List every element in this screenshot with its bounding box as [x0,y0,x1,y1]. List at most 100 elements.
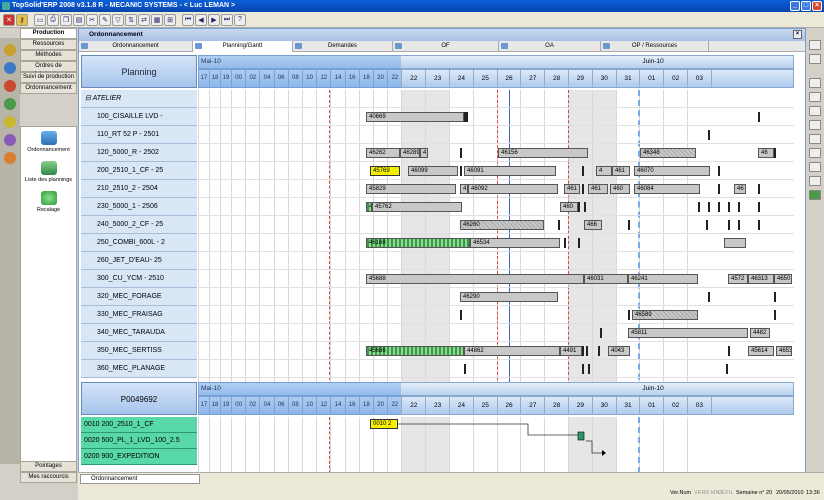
first-record-icon[interactable]: ⏮ [182,13,194,26]
zoom-in-icon[interactable] [809,40,821,50]
timeline-day[interactable]: 29 [569,70,593,87]
sales-module-icon[interactable] [4,116,16,128]
operation-tick[interactable] [758,112,760,122]
resources-module-icon[interactable] [4,62,16,74]
operation-bar[interactable] [724,238,746,248]
timeline-day[interactable]: 24 [450,397,474,414]
collapse-icon[interactable] [809,120,821,130]
copy-icon[interactable]: ❐ [60,13,72,26]
operation-tick[interactable] [582,346,584,356]
zoom-out-icon[interactable] [809,54,821,64]
operation-tick[interactable] [558,220,560,230]
close-window-button[interactable]: × [812,1,822,11]
last-record-icon[interactable]: ⏭ [221,13,233,26]
operation-bar[interactable]: 46070 [634,166,710,176]
of-operation-row[interactable]: 0010 200_2510_1_CF [81,417,197,433]
operation-tick[interactable] [598,346,600,356]
nav-tab-suivi-production[interactable]: Suivi de production [20,72,77,83]
nav-mes-raccourcis[interactable]: Mes raccourcis [20,472,77,483]
timeline-day[interactable]: 25 [474,397,498,414]
validate-icon[interactable] [809,190,821,200]
operation-tick[interactable] [758,184,760,194]
operation-bar[interactable]: 4491 [560,346,582,356]
of-operation-row[interactable]: 0200 900_EXPEDITION [81,449,197,465]
resource-label[interactable]: 300_CU_YCM - 2510 [81,270,197,288]
operation-tick[interactable] [588,364,590,374]
operation-bar[interactable]: 45686 [366,346,464,356]
new-document-icon[interactable]: ▭ [34,13,46,26]
operation-tick[interactable] [466,112,468,122]
operation-tick[interactable] [460,148,462,158]
operation-bar[interactable]: 461 [612,166,630,176]
operation-bar[interactable]: 46289 [400,148,420,158]
operation-tick[interactable] [774,148,776,158]
operation-bar[interactable]: 46091 [464,166,556,176]
timeline-day[interactable]: 24 [450,70,474,87]
purchase-module-icon[interactable] [4,98,16,110]
operation-tick[interactable] [774,310,776,320]
shortcut-recalage[interactable]: Recalage [21,191,76,213]
tab-ordonnancement[interactable]: Ordonnancement [79,41,193,52]
timeline-day[interactable]: 31 [617,397,641,414]
timeline-day[interactable]: 28 [545,70,569,87]
operation-tick[interactable] [628,220,630,230]
operation-tick[interactable] [578,238,580,248]
resource-label[interactable]: 230_5000_1 - 2506 [81,198,197,216]
close-panel-button[interactable]: × [793,30,802,39]
operation-tick[interactable] [718,202,720,212]
operation-bar[interactable]: 4043 [608,346,630,356]
operation-tick[interactable] [708,202,710,212]
operation-bar[interactable]: 46 [758,148,774,158]
resource-label[interactable]: 120_5000_R - 2502 [81,144,197,162]
operation-bar[interactable]: 46534 [470,238,560,248]
resource-label[interactable]: 240_5000_2_CF - 25 [81,216,197,234]
group-label[interactable]: ⊟ ATELIER [81,90,197,108]
operation-bar[interactable]: 45688 [366,274,584,284]
resource-label[interactable]: 360_MEC_PLANAGE [81,360,197,378]
operation-tick[interactable] [758,220,760,230]
operation-tick[interactable] [718,184,720,194]
operation-bar[interactable]: 46262 [366,148,400,158]
resource-label[interactable]: 110_RT 52 P - 2501 [81,126,197,144]
print-icon[interactable]: ⎙ [47,13,59,26]
help-icon[interactable]: ? [234,13,246,26]
resource-label[interactable]: 260_JET_D'EAU- 25 [81,252,197,270]
operation-tick[interactable] [708,292,710,302]
quality-module-icon[interactable] [4,152,16,164]
stock-module-icon[interactable] [4,134,16,146]
operation-bar[interactable]: 46348 [640,148,696,158]
production-module-icon[interactable] [4,44,16,56]
maximize-button[interactable]: □ [801,1,811,11]
of-operation-row[interactable]: 0020 500_PL_1_LVD_100_2.5 [81,433,197,449]
timeline-day[interactable]: 27 [521,397,546,414]
operation-tick[interactable] [628,310,630,320]
operation-tick[interactable] [460,166,462,176]
expand-icon[interactable] [809,106,821,116]
merge-icon[interactable]: ⊞ [164,13,176,26]
methods-module-icon[interactable] [4,80,16,92]
operation-tick[interactable] [774,292,776,302]
operation-tick[interactable] [728,346,730,356]
operation-bar[interactable]: 40669 [366,112,464,122]
operation-bar[interactable]: 46168 [366,238,470,248]
timeline-day[interactable]: 02 [664,70,688,87]
operation-bar[interactable]: 45614 [748,346,774,356]
operation-tick[interactable] [706,220,708,230]
operation-bar[interactable]: 46260 [460,220,544,230]
operation-tick[interactable] [464,364,466,374]
nav-tab-ordres-fabrication[interactable]: Ordres de fabrication [20,61,77,78]
operation-tick[interactable] [726,364,728,374]
collapse-icon[interactable]: ⊟ [85,95,93,102]
operation-bar[interactable]: 46589 [632,310,698,320]
operation-bar[interactable]: 461 [564,184,580,194]
timeline-day[interactable]: 22 [402,70,427,87]
move-icon[interactable] [809,92,821,102]
operation-tick[interactable] [584,202,586,212]
timeline-day[interactable]: 03 [688,70,712,87]
operation-bar[interactable]: 44862 [464,346,560,356]
resource-label[interactable]: 320_MEC_FORAGE [81,288,197,306]
operation-tick[interactable] [582,184,584,194]
refresh-icon[interactable] [809,78,821,88]
operation-tick[interactable] [460,310,462,320]
timeline-day[interactable]: 23 [426,397,450,414]
